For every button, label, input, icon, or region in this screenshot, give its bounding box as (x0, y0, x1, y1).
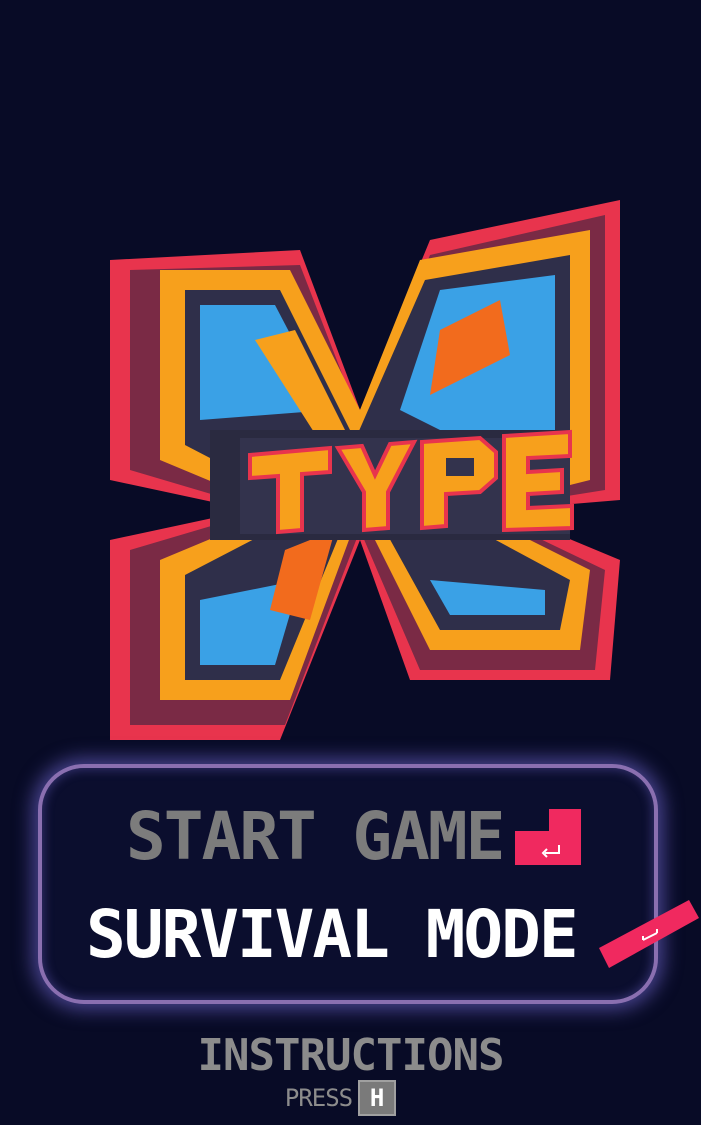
game-logo (100, 180, 620, 750)
spacebar-key-icon (598, 899, 699, 970)
main-menu: START GAME SURVIVAL MODE (38, 764, 699, 1004)
press-label: PRESS (284, 1084, 353, 1112)
survival-mode-label: SURVIVAL MODE (86, 896, 579, 973)
start-game-label: START GAME (126, 798, 505, 875)
instructions-label: INSTRUCTIONS (197, 1030, 505, 1081)
enter-key-icon (515, 808, 582, 865)
x-type-logo-icon (110, 200, 620, 740)
survival-mode-option[interactable]: SURVIVAL MODE (86, 896, 699, 973)
h-key-icon: H (358, 1080, 397, 1116)
start-game-option[interactable]: START GAME (126, 798, 582, 875)
instructions-hint: PRESS H (0, 1080, 701, 1116)
